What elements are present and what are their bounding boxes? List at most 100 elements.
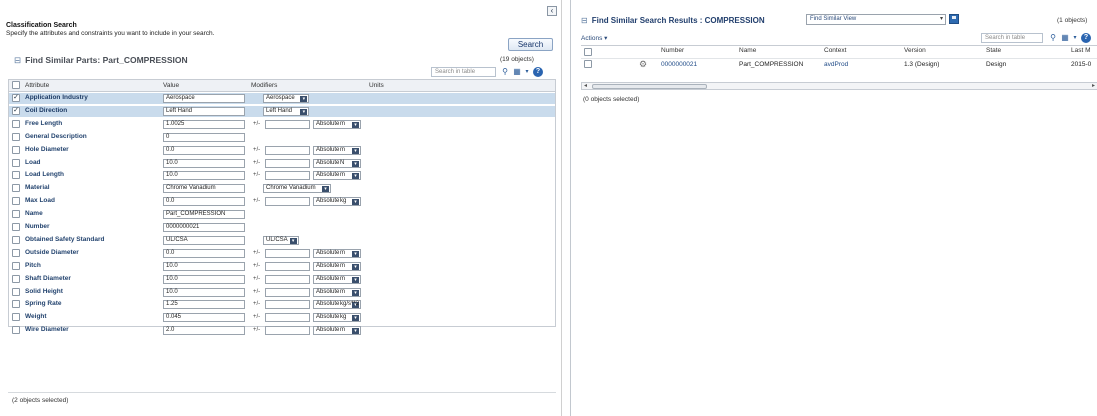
tolerance-input[interactable] bbox=[265, 300, 310, 310]
scrollbar-thumb[interactable] bbox=[592, 84, 707, 89]
modifier-select[interactable]: Absolute ▾ bbox=[313, 145, 361, 155]
select-all-checkbox[interactable] bbox=[12, 81, 20, 89]
value-input[interactable]: 0.0 bbox=[163, 248, 245, 258]
row-checkbox[interactable] bbox=[12, 158, 20, 167]
column-header-context[interactable]: Context bbox=[824, 47, 846, 54]
table-row[interactable]: Hole Diameter 0.0 +/- Absolute ▾ m bbox=[9, 145, 555, 156]
modifier-select[interactable]: Absolute ▾ bbox=[313, 287, 361, 297]
tolerance-input[interactable] bbox=[265, 145, 310, 155]
value-input[interactable]: Part_COMPRESSION bbox=[163, 210, 245, 220]
value-input[interactable]: 0.0 bbox=[163, 197, 245, 207]
table-row[interactable]: Pitch 10.0 +/- Absolute ▾ m bbox=[9, 261, 555, 272]
tolerance-input[interactable] bbox=[265, 248, 310, 258]
table-row[interactable]: Max Load 0.0 +/- Absolute ▾ kg bbox=[9, 196, 555, 207]
tolerance-input[interactable] bbox=[265, 287, 310, 297]
table-row[interactable]: Solid Height 10.0 +/- Absolute ▾ m bbox=[9, 287, 555, 298]
modifier-select[interactable]: Absolute ▾ bbox=[313, 261, 361, 271]
table-row[interactable]: Spring Rate 1.25 +/- Absolute ▾ kg/s**2 bbox=[9, 299, 555, 310]
collapse-icon[interactable]: ‹ bbox=[547, 6, 557, 16]
results-search-input[interactable]: Search in table bbox=[981, 33, 1043, 43]
value-input[interactable]: Chrome Vanadium bbox=[163, 184, 245, 194]
row-checkbox[interactable] bbox=[12, 300, 20, 309]
table-row[interactable]: Load Length 10.0 +/- Absolute ▾ m bbox=[9, 170, 555, 181]
value-input[interactable]: 1.0025 bbox=[163, 119, 245, 129]
table-row[interactable]: Outside Diameter 0.0 +/- Absolute ▾ m bbox=[9, 248, 555, 259]
row-checkbox[interactable] bbox=[12, 235, 20, 244]
tolerance-input[interactable] bbox=[265, 313, 310, 323]
dropdown-arrow-icon[interactable]: ▾ bbox=[522, 67, 532, 77]
column-header-state[interactable]: State bbox=[986, 47, 1001, 54]
row-checkbox[interactable] bbox=[12, 313, 20, 322]
horizontal-scrollbar[interactable]: ◂ ▸ bbox=[581, 82, 1097, 90]
search-icon[interactable]: ⚲ bbox=[1048, 33, 1058, 43]
column-layout-icon[interactable]: ▦ bbox=[1060, 33, 1070, 43]
row-checkbox[interactable] bbox=[584, 60, 592, 68]
column-header-value[interactable]: Value bbox=[163, 82, 179, 89]
tolerance-input[interactable] bbox=[265, 119, 310, 129]
modifier-select[interactable]: Absolute ▾ bbox=[313, 158, 361, 168]
find-similar-section-header[interactable]: ⊟ Find Similar Parts: Part_COMPRESSION bbox=[14, 55, 188, 66]
modifier-select[interactable]: Absolute ▾ bbox=[313, 171, 361, 181]
value-input[interactable]: 10.0 bbox=[163, 171, 245, 181]
table-row[interactable]: Number 0000000021 bbox=[9, 222, 555, 233]
scroll-left-icon[interactable]: ◂ bbox=[584, 82, 587, 89]
tolerance-input[interactable] bbox=[265, 274, 310, 284]
result-number-link[interactable]: 0000000021 bbox=[661, 61, 697, 68]
modifier-select[interactable]: Absolute ▾ bbox=[313, 119, 361, 129]
table-row[interactable]: ⚙ 0000000021 Part_COMPRESSION avdProd 1.… bbox=[581, 58, 1097, 69]
scroll-right-icon[interactable]: ▸ bbox=[1092, 82, 1095, 89]
table-row[interactable]: Free Length 1.0025 +/- Absolute ▾ m bbox=[9, 119, 555, 130]
value-input[interactable]: UL/CSA bbox=[163, 235, 245, 245]
value-input[interactable]: 10.0 bbox=[163, 274, 245, 284]
dropdown-arrow-icon[interactable]: ▾ bbox=[1070, 33, 1080, 43]
select-all-checkbox[interactable] bbox=[584, 48, 592, 56]
value-input[interactable]: 10.0 bbox=[163, 261, 245, 271]
search-icon[interactable]: ⚲ bbox=[500, 67, 510, 77]
tolerance-input[interactable] bbox=[265, 197, 310, 207]
value-input[interactable]: 0 bbox=[163, 132, 245, 142]
table-row[interactable]: Obtained Safety Standard UL/CSA UL/CSA ▾ bbox=[9, 235, 555, 246]
column-header-modifiers[interactable]: Modifiers bbox=[251, 82, 277, 89]
table-row[interactable]: Name Part_COMPRESSION bbox=[9, 209, 555, 220]
table-row[interactable]: General Description 0 bbox=[9, 132, 555, 143]
row-checkbox[interactable] bbox=[12, 261, 20, 270]
row-checkbox[interactable] bbox=[12, 197, 20, 206]
row-checkbox[interactable]: ✓ bbox=[12, 106, 20, 115]
column-header-attribute[interactable]: Attribute bbox=[25, 82, 49, 89]
row-checkbox[interactable] bbox=[12, 274, 20, 283]
help-icon[interactable]: ? bbox=[533, 67, 543, 77]
search-button[interactable]: Search bbox=[508, 38, 553, 51]
table-row[interactable]: ✓ Coil Direction Left Hand Left Hand ▾ bbox=[9, 105, 555, 117]
section-toggle-icon[interactable]: ⊟ bbox=[581, 16, 588, 25]
column-header-units[interactable]: Units bbox=[369, 82, 384, 89]
row-checkbox[interactable] bbox=[12, 223, 20, 231]
actions-menu[interactable]: Actions ▾ bbox=[581, 34, 607, 42]
row-checkbox[interactable] bbox=[12, 119, 20, 128]
value-input[interactable]: 10.0 bbox=[163, 287, 245, 297]
value-input[interactable]: 10.0 bbox=[163, 158, 245, 168]
value-input[interactable]: Aerospace bbox=[163, 94, 245, 103]
results-section-header[interactable]: ⊟ Find Similar Search Results : COMPRESSI… bbox=[581, 16, 765, 25]
row-checkbox[interactable] bbox=[12, 145, 20, 154]
modifier-select[interactable]: Absolute ▾ bbox=[313, 326, 361, 336]
tolerance-input[interactable] bbox=[265, 171, 310, 181]
value-select[interactable]: Aerospace ▾ bbox=[263, 94, 310, 103]
value-input[interactable]: Left Hand bbox=[163, 106, 245, 116]
value-select[interactable]: UL/CSA ▾ bbox=[263, 235, 299, 245]
value-input[interactable]: 0.045 bbox=[163, 313, 245, 323]
modifier-select[interactable]: Absolute ▾ bbox=[313, 248, 361, 258]
row-checkbox[interactable] bbox=[12, 287, 20, 296]
table-search-input[interactable]: Search in table bbox=[431, 67, 496, 77]
modifier-select[interactable]: Absolute ▾ bbox=[313, 274, 361, 284]
tolerance-input[interactable] bbox=[265, 326, 310, 336]
table-row[interactable]: Load 10.0 +/- Absolute ▾ N bbox=[9, 158, 555, 169]
value-input[interactable]: 2.0 bbox=[163, 326, 245, 336]
row-checkbox[interactable] bbox=[12, 132, 20, 141]
help-icon[interactable]: ? bbox=[1081, 33, 1091, 43]
row-checkbox[interactable] bbox=[12, 184, 20, 193]
save-icon[interactable] bbox=[949, 14, 959, 24]
modifier-select[interactable]: Absolute ▾ bbox=[313, 313, 361, 323]
table-row[interactable]: Weight 0.045 +/- Absolute ▾ kg bbox=[9, 312, 555, 323]
column-header-last-modified[interactable]: Last M bbox=[1071, 47, 1091, 54]
section-toggle-icon[interactable]: ⊟ bbox=[14, 55, 21, 65]
